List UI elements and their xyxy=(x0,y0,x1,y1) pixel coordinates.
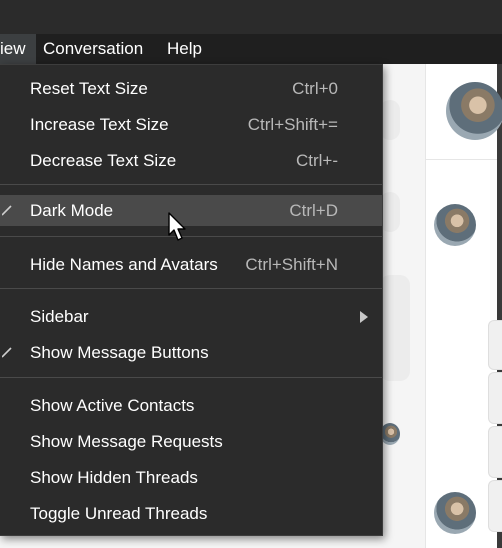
menu-item-shortcut: Ctrl+Shift+= xyxy=(247,115,338,134)
checkmark-icon xyxy=(2,205,12,216)
menu-item-sidebar[interactable]: Sidebar xyxy=(0,301,382,332)
menu-item-label: Decrease Text Size xyxy=(30,151,177,170)
window-titlebar xyxy=(0,0,502,34)
menu-item-shortcut: Ctrl+- xyxy=(295,151,338,170)
menu-item-show-hidden-threads[interactable]: Show Hidden Threads xyxy=(0,462,382,493)
menu-bar: iew Conversation Help xyxy=(0,34,502,64)
menu-item-increase-text-size[interactable]: Increase Text Size Ctrl+Shift+= xyxy=(0,109,382,140)
menu-separator xyxy=(0,288,382,289)
menu-item-label: Show Message Requests xyxy=(30,432,223,451)
menu-conversation[interactable]: Conversation xyxy=(37,34,149,64)
menu-item-toggle-unread-threads[interactable]: Toggle Unread Threads xyxy=(0,498,382,529)
message-bubble xyxy=(488,372,502,424)
menu-help[interactable]: Help xyxy=(161,34,208,64)
menu-item-label: Reset Text Size xyxy=(30,79,148,98)
menu-item-label: Show Active Contacts xyxy=(30,396,195,415)
view-menu-dropdown: Reset Text Size Ctrl+0 Increase Text Siz… xyxy=(0,64,383,536)
chevron-right-icon xyxy=(360,311,368,323)
menu-item-hide-names-avatars[interactable]: Hide Names and Avatars Ctrl+Shift+N xyxy=(0,249,382,280)
menu-view[interactable]: iew xyxy=(0,34,36,64)
menu-item-label: Dark Mode xyxy=(30,201,114,220)
list-placeholder xyxy=(380,275,410,381)
contact-avatar xyxy=(434,492,476,534)
message-bubble xyxy=(488,320,502,370)
menu-item-shortcut: Ctrl+D xyxy=(289,201,338,220)
menu-item-show-active-contacts[interactable]: Show Active Contacts xyxy=(0,390,382,421)
message-bubble xyxy=(488,426,502,478)
checkmark-icon xyxy=(2,347,12,358)
menu-separator xyxy=(0,236,382,237)
menu-item-show-message-requests[interactable]: Show Message Requests xyxy=(0,426,382,457)
menu-item-label: Toggle Unread Threads xyxy=(30,504,208,523)
menu-item-label: Sidebar xyxy=(30,307,89,326)
contact-avatar[interactable] xyxy=(446,82,502,140)
list-placeholder xyxy=(380,100,400,140)
mouse-cursor-icon xyxy=(168,212,186,241)
contact-avatar xyxy=(380,423,400,445)
contact-avatar xyxy=(434,204,476,246)
menu-item-decrease-text-size[interactable]: Decrease Text Size Ctrl+- xyxy=(0,145,382,176)
menu-item-shortcut: Ctrl+Shift+N xyxy=(245,255,338,274)
menu-item-label: Show Message Buttons xyxy=(30,343,209,362)
menu-item-label: Increase Text Size xyxy=(30,115,169,134)
menu-item-label: Show Hidden Threads xyxy=(30,468,198,487)
list-placeholder xyxy=(380,192,400,232)
menu-item-shortcut: Ctrl+0 xyxy=(292,79,338,98)
menu-item-label: Hide Names and Avatars xyxy=(30,255,218,274)
menu-item-dark-mode[interactable]: Dark Mode Ctrl+D xyxy=(0,195,382,226)
menu-separator xyxy=(0,184,382,185)
menu-separator xyxy=(0,377,382,378)
message-bubble xyxy=(488,480,502,532)
menu-item-reset-text-size[interactable]: Reset Text Size Ctrl+0 xyxy=(0,73,382,104)
menu-item-show-message-buttons[interactable]: Show Message Buttons xyxy=(0,337,382,368)
